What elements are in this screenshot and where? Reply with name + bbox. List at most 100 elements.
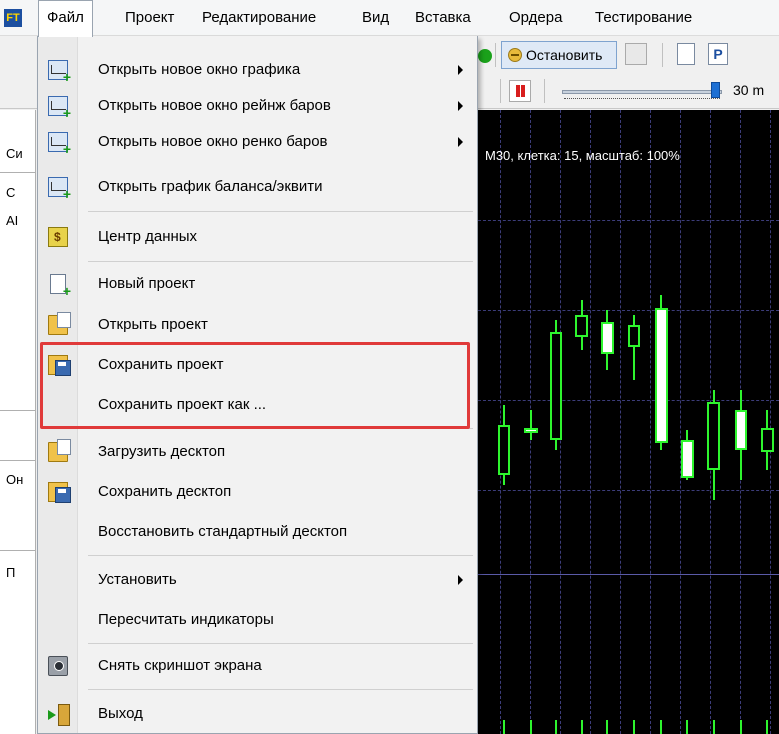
menu-separator bbox=[88, 555, 473, 556]
menu-item-recalc-indicators[interactable]: Пересчитать индикаторы bbox=[40, 602, 477, 638]
menu-project[interactable]: Проект bbox=[117, 0, 182, 36]
volume-bar bbox=[530, 720, 532, 734]
menu-orders[interactable]: Ордера bbox=[501, 0, 570, 36]
menu-separator bbox=[88, 689, 473, 690]
divider bbox=[0, 460, 36, 461]
candle-body bbox=[524, 428, 538, 433]
chart-add-icon bbox=[48, 60, 71, 85]
new-page-icon[interactable] bbox=[677, 43, 695, 65]
candle-body bbox=[655, 308, 668, 443]
candle-body bbox=[681, 440, 694, 478]
candle-body bbox=[498, 425, 510, 475]
submenu-arrow-icon bbox=[458, 101, 463, 111]
data-center-icon bbox=[48, 227, 68, 247]
submenu-arrow-icon bbox=[458, 137, 463, 147]
menu-testing[interactable]: Тестирование bbox=[587, 0, 700, 36]
left-panel-tab[interactable]: Си bbox=[0, 146, 36, 161]
left-panel: Си С AI Он П bbox=[0, 110, 36, 734]
volume-bar bbox=[606, 720, 608, 734]
menu-item-data-center[interactable]: Центр данных bbox=[40, 219, 477, 255]
candle-body bbox=[575, 315, 588, 337]
open-folder-icon bbox=[48, 439, 71, 462]
chart-add-icon bbox=[48, 96, 71, 121]
menu-item-open-project[interactable]: Открыть проект bbox=[40, 307, 477, 343]
menu-item-save-desktop[interactable]: Сохранить десктоп bbox=[40, 474, 477, 510]
candle-body bbox=[601, 322, 614, 354]
app-logo-icon: FT bbox=[4, 9, 22, 27]
volume-bar bbox=[555, 720, 557, 734]
volume-bar bbox=[633, 720, 635, 734]
left-panel-text: П bbox=[6, 565, 16, 580]
menu-item-label: Сохранить десктоп bbox=[98, 483, 232, 500]
menu-separator bbox=[88, 643, 473, 644]
menu-item-load-desktop[interactable]: Загрузить десктоп bbox=[40, 434, 477, 470]
menu-item-open-balance-chart[interactable]: Открыть график баланса/эквити bbox=[40, 169, 477, 205]
candle-wick bbox=[530, 410, 532, 440]
divider bbox=[0, 550, 36, 551]
grid-icon[interactable] bbox=[625, 43, 647, 65]
toolbar-separator bbox=[662, 43, 663, 67]
submenu-arrow-icon bbox=[458, 65, 463, 75]
volume-bar bbox=[503, 720, 505, 734]
speed-value: 30 m bbox=[733, 82, 765, 98]
menu-item-new-project[interactable]: Новый проект bbox=[40, 266, 477, 302]
menu-item-label: Восстановить стандартный десктоп bbox=[98, 523, 348, 540]
menu-item-install[interactable]: Установить bbox=[40, 562, 477, 598]
volume-bar bbox=[713, 720, 715, 734]
menu-item-label: Открыть новое окно графика bbox=[98, 61, 301, 78]
stop-button-label: Остановить bbox=[526, 47, 603, 63]
p-icon[interactable]: P bbox=[708, 43, 728, 65]
speed-slider-thumb[interactable] bbox=[711, 82, 720, 98]
volume-bar bbox=[766, 720, 768, 734]
menu-edit[interactable]: Редактирование bbox=[194, 0, 324, 36]
menu-item-label: Новый проект bbox=[98, 275, 196, 292]
menu-item-open-range-bars[interactable]: Открыть новое окно рейнж баров bbox=[40, 88, 477, 124]
menu-item-open-chart-window[interactable]: Открыть новое окно графика bbox=[40, 52, 477, 88]
menu-item-label: Снять скриншот экрана bbox=[98, 657, 262, 674]
left-panel-text: AI bbox=[6, 213, 19, 228]
left-panel-tab[interactable]: Он bbox=[0, 472, 36, 487]
chart-info-label: M30, клетка: 15, масштаб: 100% bbox=[485, 148, 680, 163]
save-folder-icon bbox=[48, 482, 71, 503]
divider bbox=[0, 172, 36, 173]
menu-file[interactable]: Файл bbox=[38, 0, 93, 37]
volume-bar bbox=[581, 720, 583, 734]
menu-item-label: Открыть новое окно ренко баров bbox=[98, 133, 328, 150]
menu-item-label: Открыть проект bbox=[98, 316, 208, 333]
menu-item-label: Выход bbox=[98, 705, 143, 722]
volume-bar bbox=[740, 720, 742, 734]
speed-slider-track[interactable] bbox=[562, 90, 722, 94]
exit-icon bbox=[48, 704, 70, 726]
candle-body bbox=[761, 428, 774, 452]
menu-separator bbox=[88, 211, 473, 212]
menu-item-screenshot[interactable]: Снять скриншот экрана bbox=[40, 648, 477, 684]
menu-view[interactable]: Вид bbox=[354, 0, 397, 36]
highlight-box bbox=[40, 342, 470, 429]
play-icon[interactable] bbox=[478, 49, 492, 63]
menu-bar: FT Файл Проект Редактирование Вид Вставк… bbox=[0, 0, 779, 37]
menu-item-open-renko-bars[interactable]: Открыть новое окно ренко баров bbox=[40, 124, 477, 160]
candle-body bbox=[550, 332, 562, 440]
speed-slider-ticks bbox=[564, 98, 720, 102]
menu-item-restore-desktop[interactable]: Восстановить стандартный десктоп bbox=[40, 514, 477, 550]
camera-icon bbox=[48, 656, 68, 676]
menu-separator bbox=[88, 261, 473, 262]
open-folder-icon bbox=[48, 312, 71, 335]
candle-body bbox=[735, 410, 747, 450]
left-panel-text: С bbox=[6, 185, 16, 200]
menu-item-label: Установить bbox=[98, 571, 177, 588]
menu-insert[interactable]: Вставка bbox=[407, 0, 479, 36]
menu-item-label: Загрузить десктоп bbox=[98, 443, 226, 460]
chart-add-icon bbox=[48, 177, 71, 202]
divider bbox=[0, 410, 36, 411]
stop-icon bbox=[508, 48, 522, 62]
menu-item-label: Открыть новое окно рейнж баров bbox=[98, 97, 331, 114]
price-chart[interactable] bbox=[478, 110, 779, 734]
pause-button[interactable] bbox=[509, 80, 531, 102]
indicator-separator bbox=[478, 574, 779, 575]
stop-button[interactable]: Остановить bbox=[501, 41, 617, 69]
menu-item-label: Открыть график баланса/эквити bbox=[98, 178, 323, 195]
toolbar-separator bbox=[544, 79, 545, 103]
menu-item-exit[interactable]: Выход bbox=[40, 696, 477, 732]
volume-bar bbox=[660, 720, 662, 734]
